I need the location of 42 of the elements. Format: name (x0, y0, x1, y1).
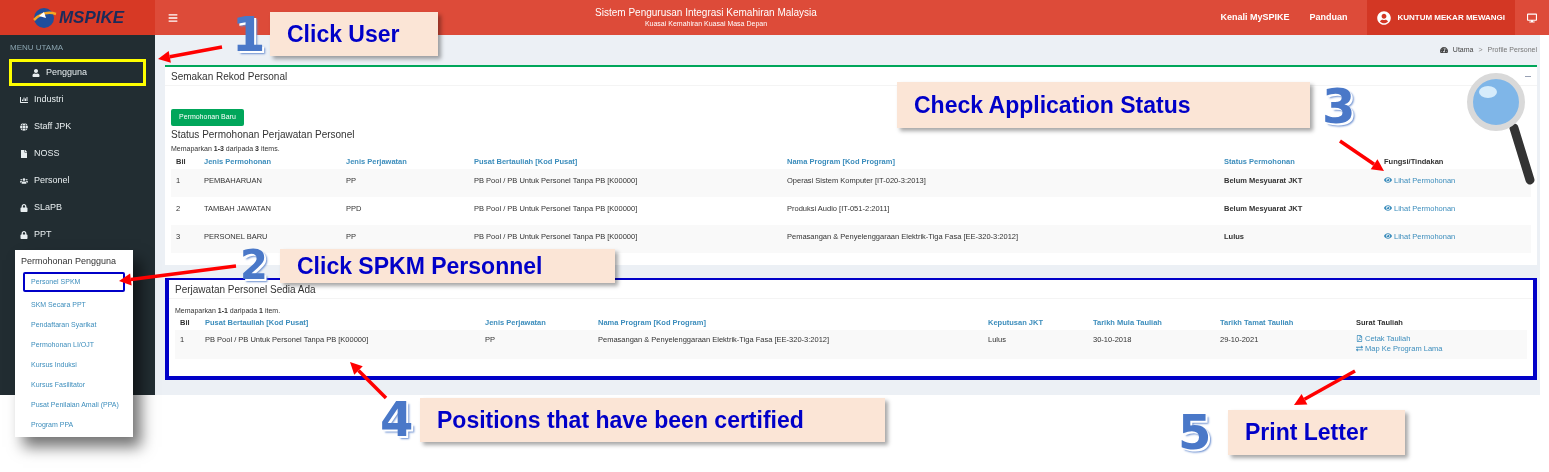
section-heading: Status Permohonan Perjawatan Personel (171, 129, 356, 141)
menu-heading: MENU UTAMA (9, 42, 65, 54)
sidebar-item[interactable]: SLaPB (0, 194, 155, 221)
eye-icon (1384, 204, 1392, 212)
eye-icon (1384, 232, 1392, 240)
file-icon (20, 149, 28, 158)
swap-arrows-icon (1356, 345, 1363, 352)
bar-chart-icon (20, 95, 28, 104)
sidebar-item[interactable]: PPT (0, 221, 155, 248)
users-icon (20, 176, 28, 185)
lock-icon (20, 203, 28, 212)
callout-label: Click SPKM Personnel (280, 249, 615, 283)
step-number: 4 (380, 395, 414, 443)
callout-label: Positions that have been certified (420, 398, 885, 442)
sidebar-item[interactable]: Industri (0, 86, 155, 113)
menu-icon[interactable] (168, 12, 178, 23)
panel-title: Perjawatan Personel Sedia Ada (175, 282, 316, 297)
step-number: 5 (1178, 408, 1212, 456)
sidebar-item[interactable]: Pengguna (9, 59, 146, 86)
callout-label: Print Letter (1228, 410, 1405, 455)
header-link[interactable]: Kenali MySPIKE (1220, 10, 1290, 25)
step-number: 3 (1322, 82, 1356, 130)
sidebar-item[interactable]: NOSS (0, 140, 155, 167)
step-number: 2 (240, 249, 268, 281)
globe-icon (20, 122, 28, 131)
callout-label: Click User (270, 12, 438, 56)
user-icon (32, 68, 40, 77)
panel-title: Semakan Rekod Personal (171, 69, 288, 84)
app-title: Sistem Pengurusan Integrasi Kemahiran Malaysia (595, 8, 817, 18)
header-link[interactable]: Panduan (1309, 10, 1348, 25)
monitor-icon[interactable] (1527, 12, 1537, 23)
sidebar-item[interactable]: Personel (0, 167, 155, 194)
avatar-icon (1377, 10, 1392, 25)
logo-text: MSPIKE (58, 6, 125, 29)
eye-icon (1384, 176, 1392, 184)
sidebar-item[interactable]: Staff JPK (0, 113, 155, 140)
pdf-file-icon (1356, 335, 1363, 342)
callout-label: Check Application Status (897, 82, 1310, 128)
user-menu[interactable]: KUNTUM MEKAR MEWANGI (1367, 0, 1515, 35)
submenu-title: Permohonan Pengguna (20, 255, 118, 268)
dashboard-icon (1439, 46, 1448, 54)
lock-icon (20, 230, 28, 239)
